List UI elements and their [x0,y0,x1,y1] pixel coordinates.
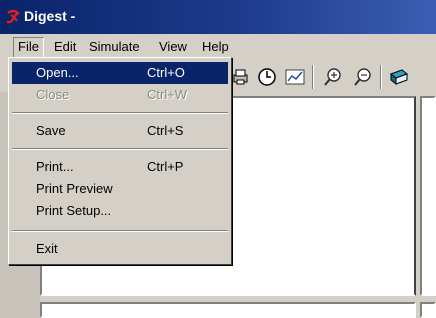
menu-item-print[interactable]: Print... Ctrl+P [12,156,228,178]
menu-item-exit[interactable]: Exit [12,238,228,260]
file-menu-dropdown: Open... Ctrl+O Close Ctrl+W Save Ctrl+S … [8,57,232,265]
menu-item-label: Save [36,123,66,138]
menu-separator [12,230,228,232]
menu-item-print-setup[interactable]: Print Setup... [12,200,228,222]
chart-icon[interactable] [284,66,306,88]
zoom-out-icon[interactable] [352,66,374,88]
book-icon[interactable] [388,66,410,88]
menu-item-shortcut: Ctrl+S [147,123,184,138]
menu-item-shortcut: Ctrl+O [147,65,185,80]
bottom-pane[interactable] [40,302,416,318]
menu-item-label: Open... [36,65,79,80]
menu-item-shortcut: Ctrl+W [147,87,188,102]
menu-edit[interactable]: Edit [50,37,80,57]
menu-item-label: Print Preview [36,181,113,196]
menu-item-open[interactable]: Open... Ctrl+O [12,62,228,84]
menu-item-label: Close [36,87,70,102]
title-bar[interactable]: Digest - [0,0,436,34]
menu-file[interactable]: File [13,37,44,59]
menu-item-save[interactable]: Save Ctrl+S [12,120,228,142]
digest-logo-icon [6,9,21,24]
menu-view[interactable]: View [155,37,191,57]
menu-item-print-preview[interactable]: Print Preview [12,178,228,200]
menu-simulate[interactable]: Simulate [85,37,144,57]
window-title: Digest - [24,8,76,24]
right-pane[interactable] [420,96,436,296]
menu-item-shortcut: Ctrl+P [147,159,184,174]
zoom-in-icon[interactable] [322,66,344,88]
menu-help[interactable]: Help [198,37,233,57]
menu-separator [12,148,228,150]
menu-item-close: Close Ctrl+W [12,84,228,106]
menu-item-label: Exit [36,241,58,256]
toolbar-separator [312,65,314,89]
menu-item-label: Print Setup... [36,203,112,218]
menu-item-label: Print... [36,159,74,174]
bottom-right-pane[interactable] [420,302,436,318]
toolbar-separator [380,65,382,89]
menu-separator [12,112,228,114]
clock-icon[interactable] [256,66,278,88]
print-icon[interactable] [230,66,252,88]
